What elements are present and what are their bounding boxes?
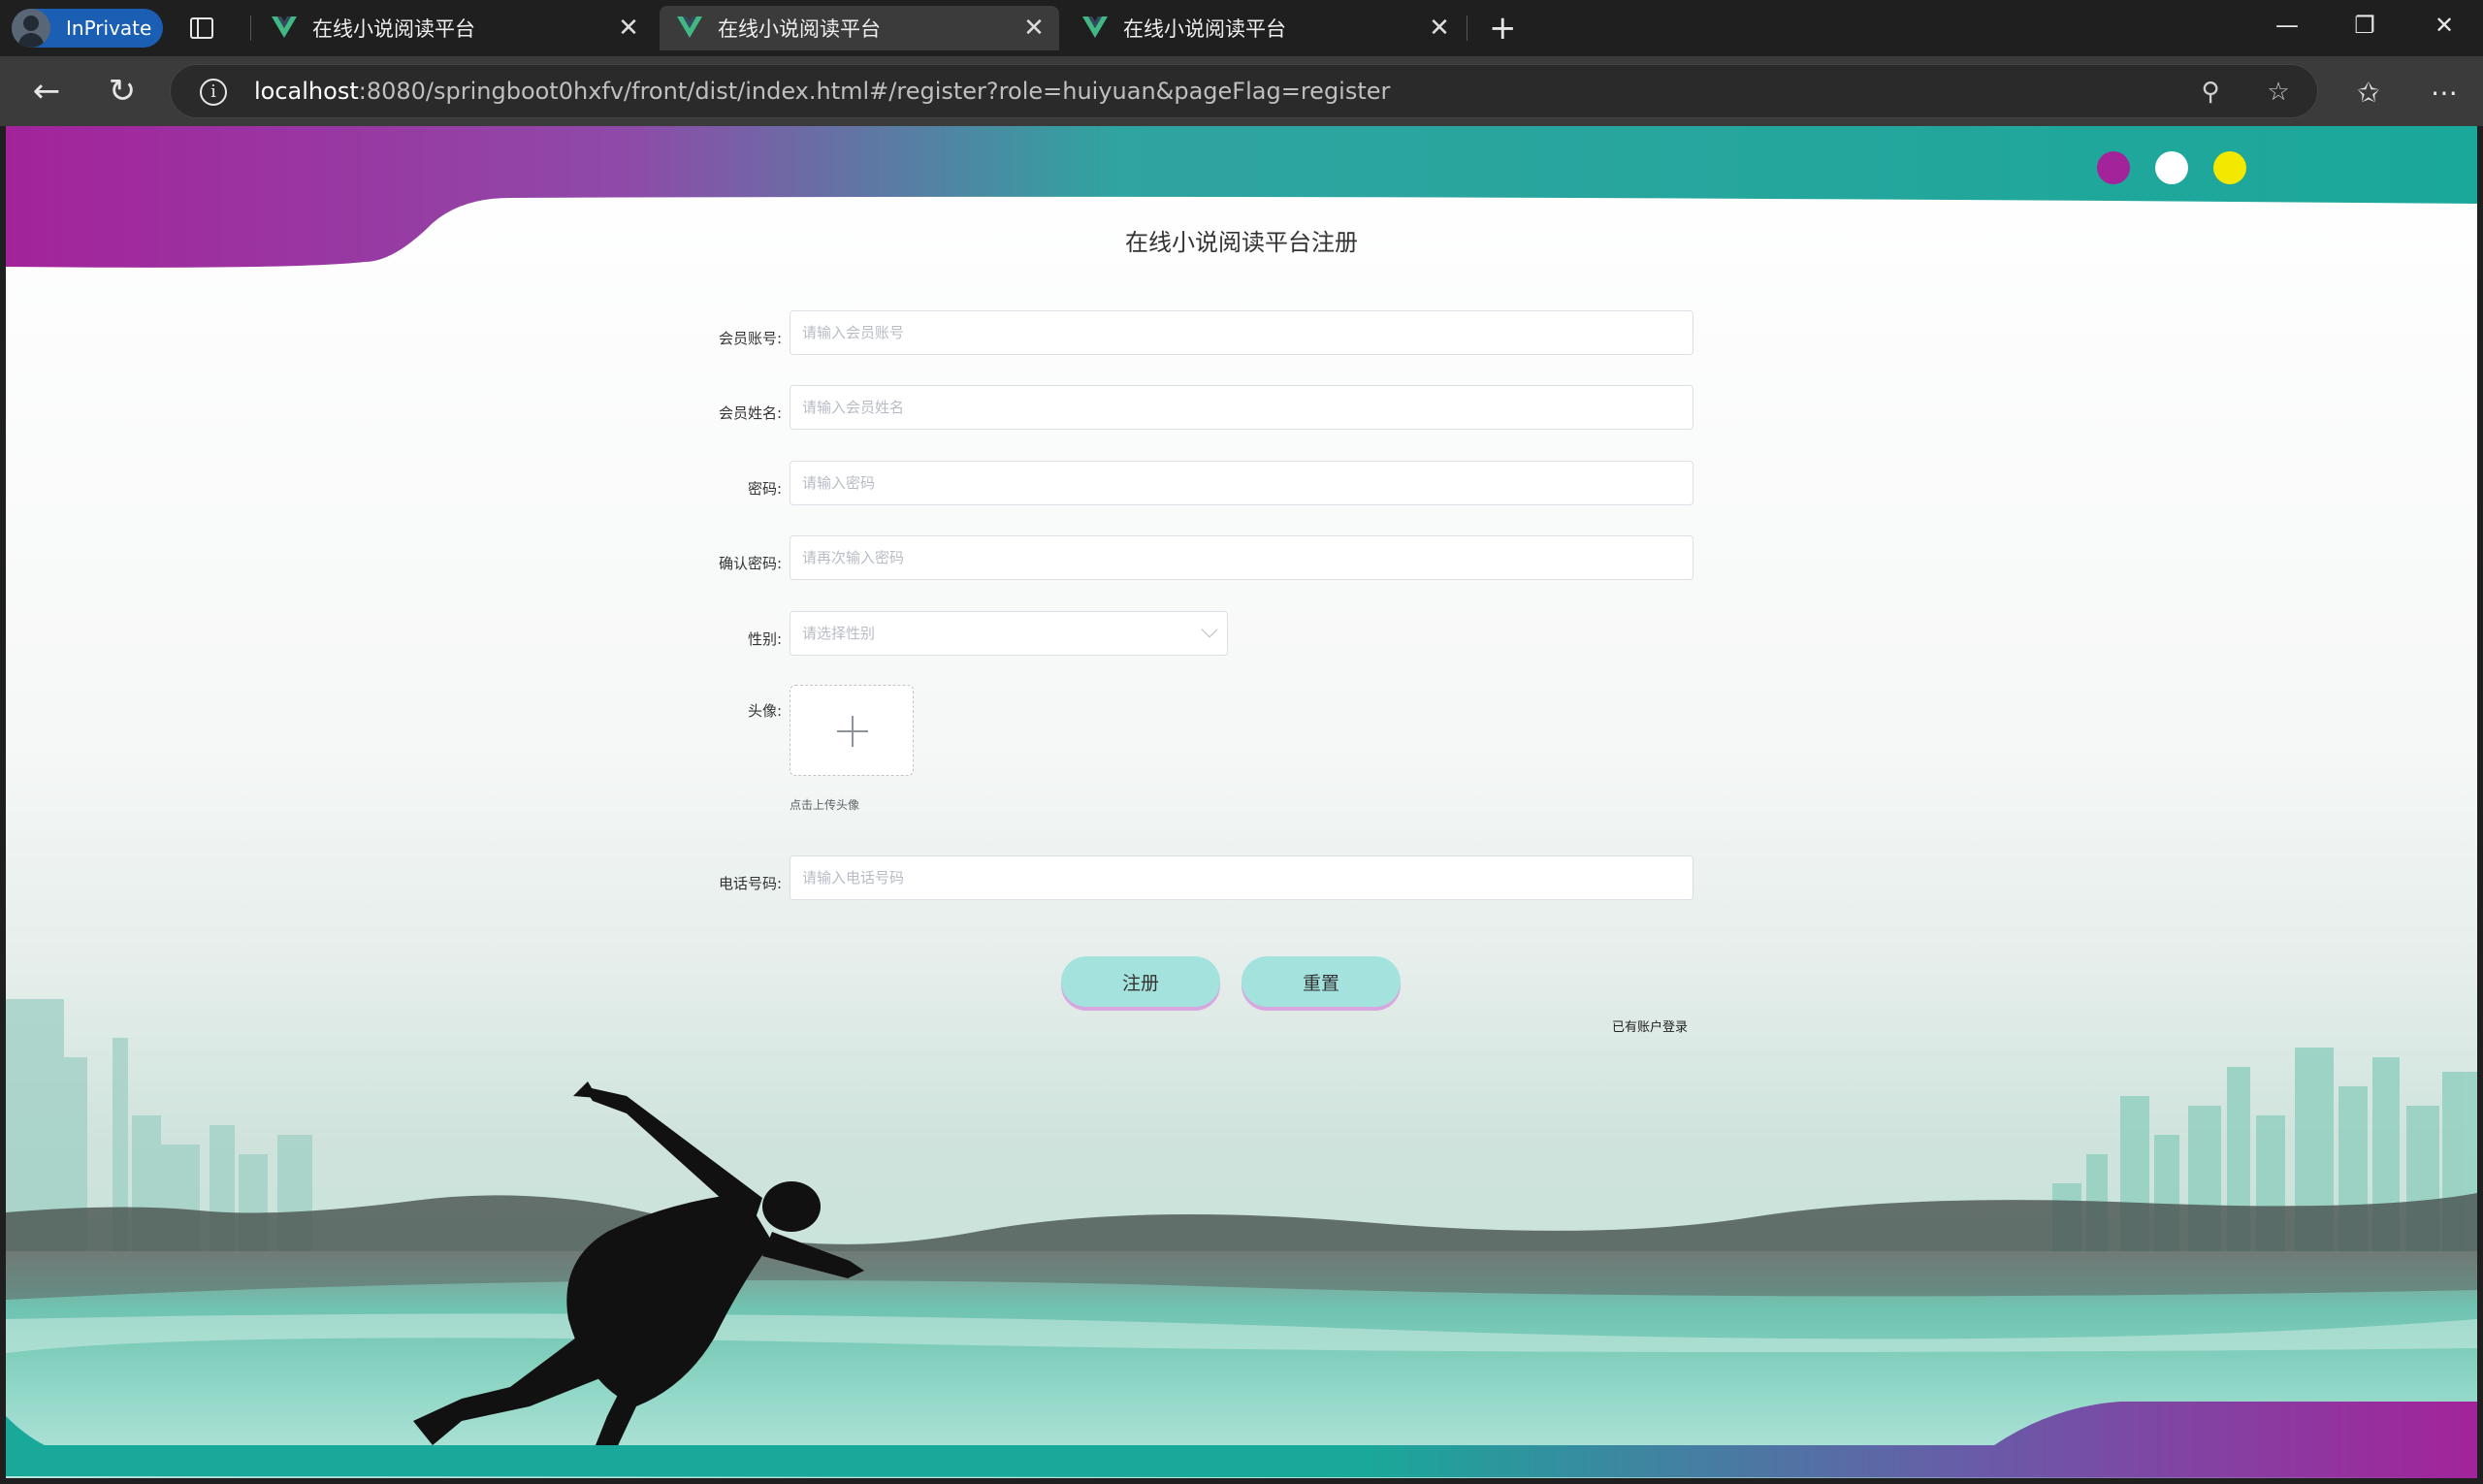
yellow-theme-dot[interactable] bbox=[2213, 151, 2246, 184]
plus-icon-vertical bbox=[852, 716, 854, 747]
member-name-field[interactable] bbox=[790, 385, 1693, 430]
restore-icon[interactable]: ❐ bbox=[2345, 12, 2384, 39]
password-input[interactable] bbox=[790, 462, 1693, 504]
phone-label: 电话号码: bbox=[718, 875, 782, 892]
page-viewport: 在线小说阅读平台注册 会员账号: 会员姓名: 密码: 确认密码: 性别: 头像:… bbox=[6, 126, 2477, 1478]
inprivate-label: InPrivate bbox=[66, 16, 152, 40]
confirm-password-input[interactable] bbox=[790, 536, 1693, 579]
close-window-icon[interactable]: ✕ bbox=[2425, 12, 2464, 39]
vue-logo-icon bbox=[677, 16, 702, 38]
phone-field[interactable] bbox=[790, 855, 1693, 900]
vue-logo-icon bbox=[272, 16, 297, 38]
password-field[interactable] bbox=[790, 461, 1693, 505]
existing-account-login-link[interactable]: 已有账户登录 bbox=[1612, 1016, 1688, 1035]
confirm-password-label: 确认密码: bbox=[718, 555, 782, 572]
favorites-list-icon[interactable]: ✩ bbox=[2349, 74, 2388, 113]
close-tab-icon[interactable]: ✕ bbox=[1428, 14, 1451, 43]
tab-divider bbox=[250, 16, 251, 41]
password-label: 密码: bbox=[747, 480, 782, 498]
tab-3[interactable]: 在线小说阅读平台 ✕ bbox=[1065, 6, 1465, 50]
favorite-star-icon[interactable]: ☆ bbox=[2262, 76, 2295, 109]
address-bar-row: ← ↻ i localhost:8080/springboot0hxfv/fro… bbox=[0, 56, 2483, 126]
member-name-input[interactable] bbox=[790, 386, 1693, 429]
tab-title: 在线小说阅读平台 bbox=[312, 17, 475, 41]
url-text[interactable]: localhost:8080/springboot0hxfv/front/dis… bbox=[254, 78, 1390, 105]
avatar-upload-button[interactable] bbox=[790, 685, 914, 776]
address-bar[interactable]: i localhost:8080/springboot0hxfv/front/d… bbox=[170, 64, 2318, 118]
tab-actions-icon[interactable] bbox=[187, 14, 216, 43]
browser-tab-bar: InPrivate 在线小说阅读平台 ✕ 在线小说阅读平台 ✕ 在线小说阅读平台… bbox=[0, 0, 2483, 56]
gender-label: 性别: bbox=[747, 630, 782, 648]
purple-theme-dot[interactable] bbox=[2097, 151, 2130, 184]
confirm-password-field[interactable] bbox=[790, 535, 1693, 580]
phone-input[interactable] bbox=[790, 856, 1693, 899]
gender-select[interactable] bbox=[790, 611, 1228, 656]
zoom-icon[interactable]: ⚲ bbox=[2194, 76, 2227, 109]
profile-avatar-icon bbox=[12, 9, 50, 48]
tab-1[interactable]: 在线小说阅读平台 ✕ bbox=[254, 6, 654, 50]
new-tab-icon[interactable]: + bbox=[1489, 10, 1517, 47]
page-title: 在线小说阅读平台注册 bbox=[1125, 229, 1358, 256]
tab-title: 在线小说阅读平台 bbox=[718, 17, 881, 41]
register-button[interactable]: 注册 bbox=[1061, 956, 1220, 1007]
member-account-input[interactable] bbox=[790, 311, 1693, 354]
close-tab-icon[interactable]: ✕ bbox=[617, 14, 640, 43]
reset-button[interactable]: 重置 bbox=[1242, 956, 1401, 1007]
url-host: localhost bbox=[254, 78, 359, 105]
avatar-label: 头像: bbox=[747, 702, 782, 720]
member-account-field[interactable] bbox=[790, 310, 1693, 355]
gender-select-input[interactable] bbox=[790, 612, 1227, 655]
upload-avatar-tip: 点击上传头像 bbox=[790, 798, 860, 812]
member-name-label: 会员姓名: bbox=[718, 404, 782, 422]
tab-2-active[interactable]: 在线小说阅读平台 ✕ bbox=[660, 6, 1059, 50]
url-path: :8080/springboot0hxfv/front/dist/index.h… bbox=[358, 78, 1391, 105]
close-tab-icon[interactable]: ✕ bbox=[1022, 14, 1046, 43]
minimize-icon[interactable]: — bbox=[2268, 12, 2306, 39]
site-info-icon[interactable]: i bbox=[200, 79, 227, 106]
vue-logo-icon bbox=[1082, 16, 1108, 38]
tab-title: 在线小说阅读平台 bbox=[1123, 17, 1286, 41]
white-theme-dot[interactable] bbox=[2155, 151, 2188, 184]
back-icon[interactable]: ← bbox=[27, 72, 66, 111]
refresh-icon[interactable]: ↻ bbox=[103, 72, 142, 111]
member-account-label: 会员账号: bbox=[718, 330, 782, 347]
inprivate-profile-button[interactable]: InPrivate bbox=[12, 9, 163, 48]
more-options-icon[interactable]: ⋯ bbox=[2425, 74, 2464, 113]
